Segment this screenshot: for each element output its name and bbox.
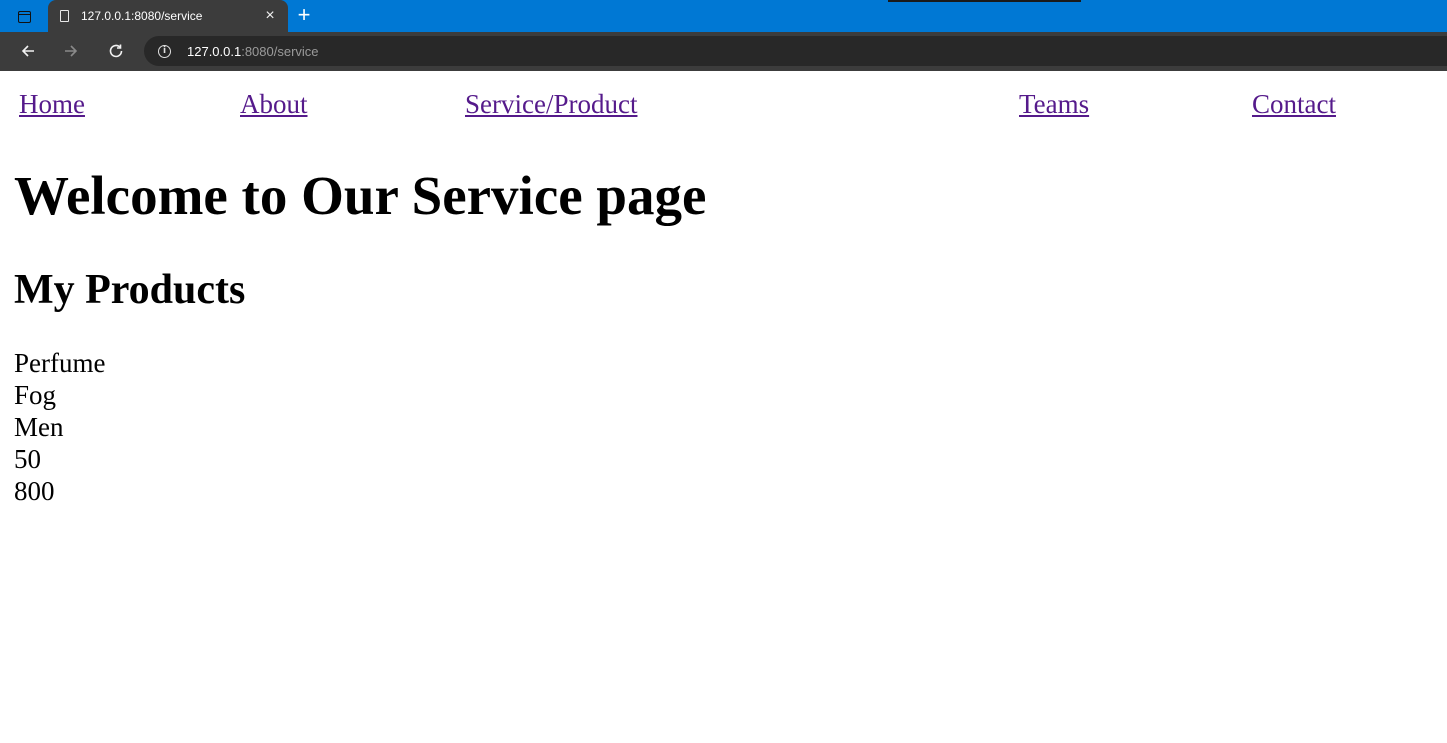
address-host: 127.0.0.1	[187, 43, 242, 59]
tab-close-button[interactable]: ×	[260, 6, 280, 26]
tabstrip-divider	[888, 0, 1081, 2]
forward-arrow-icon[interactable]	[57, 38, 85, 64]
tab-title: 127.0.0.1:8080/service	[81, 9, 203, 23]
info-icon[interactable]: i	[158, 44, 171, 58]
list-item: 50	[14, 444, 41, 474]
list-item: Men	[14, 412, 64, 442]
back-arrow-icon[interactable]	[14, 38, 42, 64]
product-list: Perfume Fog Men 50 800	[14, 347, 105, 507]
list-item: 800	[14, 476, 55, 506]
browser-chrome: 127.0.0.1:8080/service × + i 127.0.0.1:8…	[0, 0, 1447, 71]
page-icon	[60, 10, 69, 22]
list-item: Perfume	[14, 348, 106, 378]
address-bar[interactable]: i 127.0.0.1:8080/service	[144, 36, 1447, 66]
reload-icon[interactable]	[102, 38, 130, 64]
nav-link-about[interactable]: About	[240, 89, 308, 120]
list-item: Fog	[14, 380, 57, 410]
nav-link-contact[interactable]: Contact	[1252, 89, 1336, 120]
browser-toolbar: i 127.0.0.1:8080/service	[0, 32, 1447, 71]
page-title: Welcome to Our Service page	[14, 165, 707, 226]
site-nav: Home About Service/Product Teams Contact	[0, 89, 1447, 125]
nav-link-service-product[interactable]: Service/Product	[465, 89, 637, 120]
page-content: Home About Service/Product Teams Contact…	[0, 71, 1447, 743]
new-tab-button[interactable]: +	[292, 4, 316, 28]
address-path: :8080/service	[241, 43, 319, 59]
tab-strip: 127.0.0.1:8080/service × +	[0, 0, 1447, 32]
nav-link-home[interactable]: Home	[19, 89, 85, 120]
nav-link-teams[interactable]: Teams	[1019, 89, 1089, 120]
window-menu-icon[interactable]	[10, 7, 38, 27]
browser-tab[interactable]: 127.0.0.1:8080/service ×	[48, 0, 288, 32]
section-heading: My Products	[14, 267, 246, 313]
